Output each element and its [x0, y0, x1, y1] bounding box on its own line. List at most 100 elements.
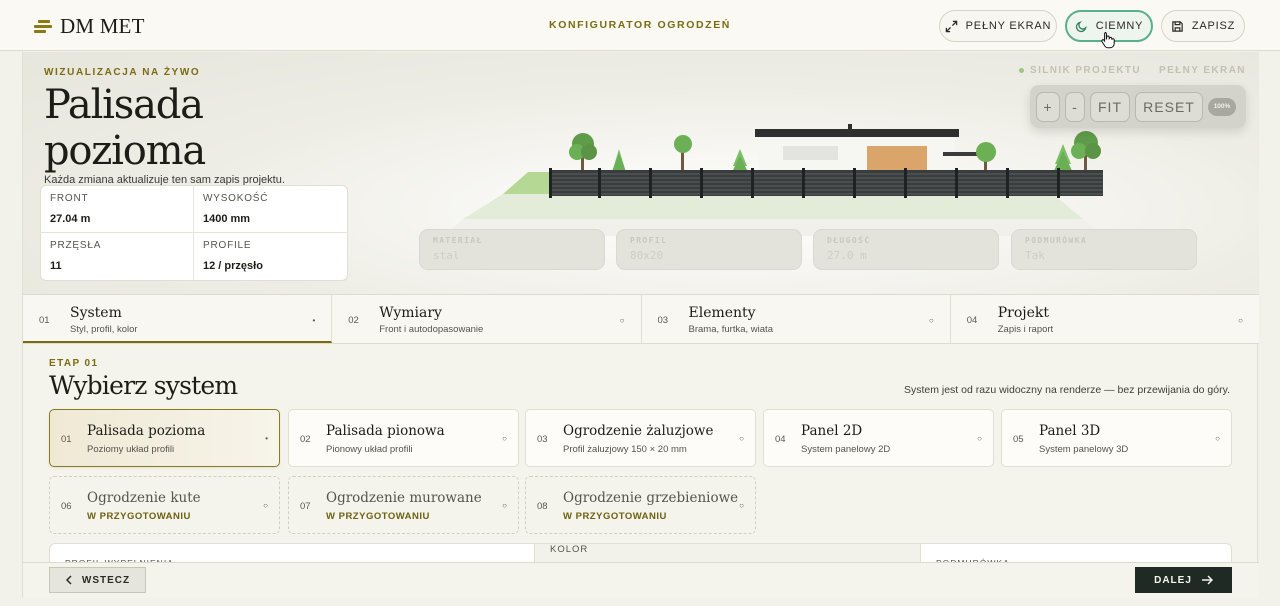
option-title: Palisada pozioma [87, 423, 206, 439]
info-card-label: PODMURÓWKA [1025, 236, 1088, 245]
next-label: DALEJ [1154, 574, 1192, 586]
panel-color-label: KOLOR [550, 544, 589, 555]
option-subtitle: W PRZYGOTOWANIU [87, 511, 191, 522]
stat-label: WYSOKOŚĆ [203, 193, 269, 204]
back-button[interactable]: WSTECZ [49, 567, 146, 593]
step-subtitle: Zapis i raport [997, 324, 1054, 335]
option-number: 05 [1013, 434, 1024, 445]
fullscreen-button[interactable]: PEŁNY EKRAN [939, 10, 1057, 42]
info-card-length: DŁUGOŚĆ 27.0 m [813, 229, 999, 270]
info-card-label: PROFIL [630, 236, 668, 245]
option-status-icon: • [265, 434, 268, 443]
preview-title-line2: pozioma [44, 128, 206, 174]
stat-label: PRZĘSŁA [50, 240, 102, 251]
info-card-label: MATERIAŁ [433, 236, 483, 245]
zoom-in-button[interactable]: + [1036, 91, 1060, 122]
fence-3d-render[interactable] [443, 124, 1103, 239]
step-title: Elementy [688, 305, 756, 321]
stat-profiles: PROFILE 12 / przęsło [194, 233, 347, 280]
option-status-icon: ○ [263, 501, 268, 510]
option-subtitle: Profil żaluzjowy 150 × 20 mm [563, 444, 687, 455]
info-card-value: 27.0 m [827, 249, 867, 262]
stat-label: PROFILE [203, 240, 252, 251]
stat-label: FRONT [50, 193, 89, 204]
step-subtitle: Styl, profil, kolor [70, 324, 138, 335]
save-icon [1172, 20, 1183, 32]
step-status-icon: ○ [928, 316, 934, 325]
stat-spans: PRZĘSŁA 11 [41, 233, 194, 280]
option-status-icon: ○ [739, 501, 744, 510]
info-card-profile: PROFIL 80x20 [616, 229, 802, 270]
next-button[interactable]: DALEJ [1135, 567, 1232, 593]
stat-value: 1400 mm [203, 213, 251, 225]
hand-cursor-icon [1101, 32, 1115, 49]
step-status-icon: ○ [619, 316, 625, 325]
stage-title: Wybierz system [49, 371, 238, 400]
option-subtitle: System panelowy 3D [1039, 444, 1129, 455]
summary-stats: FRONT 27.04 m WYSOKOŚĆ 1400 mm PRZĘSŁA 1… [40, 185, 348, 281]
logo[interactable]: DM MET [34, 14, 145, 39]
option-title: Ogrodzenie kute [87, 490, 201, 506]
reset-button[interactable]: RESET [1135, 91, 1203, 122]
option-title: Ogrodzenie żaluzjowe [563, 423, 714, 439]
zoom-level: 100% [1208, 97, 1236, 116]
info-card-material: MATERIAŁ stal [419, 229, 605, 270]
status-dot-icon [1019, 67, 1024, 73]
info-card-label: DŁUGOŚĆ [827, 236, 871, 245]
system-option-panel-2d[interactable]: 04 Panel 2D System panelowy 2D ○ [763, 409, 994, 467]
system-option-louvre[interactable]: 03 Ogrodzenie żaluzjowe Profil żaluzjowy… [525, 409, 756, 467]
system-option-masonry[interactable]: 07 Ogrodzenie murowane W PRZYGOTOWANIU ○ [288, 476, 519, 534]
house [755, 124, 993, 174]
ground [463, 194, 1083, 219]
system-option-comb[interactable]: 08 Ogrodzenie grzebieniowe W PRZYGOTOWAN… [525, 476, 756, 534]
option-number: 01 [61, 434, 72, 445]
top-bar: DM MET KONFIGURATOR OGRODZEŃ PEŁNY EKRAN… [0, 0, 1280, 51]
system-option-horizontal-palisade[interactable]: 01 Palisada pozioma Poziomy układ profil… [49, 409, 280, 467]
step-subtitle: Brama, furtka, wiata [688, 324, 773, 335]
step-title: System [70, 305, 122, 321]
option-subtitle: W PRZYGOTOWANIU [563, 511, 667, 522]
fence [549, 168, 1103, 198]
panel-color: KOLOR [534, 544, 921, 564]
step-title: Projekt [997, 305, 1050, 321]
viewer-fullscreen-link[interactable]: PEŁNY EKRAN [1159, 65, 1246, 76]
step-tabs: 01 System Styl, profil, kolor • 02 Wymia… [23, 294, 1259, 344]
stat-value: 12 / przęsło [203, 260, 263, 272]
option-status-icon: ○ [739, 434, 744, 443]
system-option-panel-3d[interactable]: 05 Panel 3D System panelowy 3D ○ [1001, 409, 1232, 467]
option-title: Ogrodzenie grzebieniowe [563, 490, 739, 506]
expand-icon [945, 20, 957, 32]
system-option-wrought[interactable]: 06 Ogrodzenie kute W PRZYGOTOWANIU ○ [49, 476, 280, 534]
option-subtitle: Pionowy układ profili [326, 444, 413, 455]
step-number: 03 [657, 315, 669, 326]
step-number: 01 [39, 315, 50, 326]
option-number: 03 [537, 434, 548, 445]
engine-status: SILNIK PROJEKTU [1019, 65, 1141, 76]
zoom-out-button[interactable]: - [1065, 91, 1085, 122]
system-option-vertical-palisade[interactable]: 02 Palisada pionowa Pionowy układ profil… [288, 409, 519, 467]
stat-front: FRONT 27.04 m [41, 186, 194, 233]
save-label: ZAPISZ [1191, 20, 1236, 32]
preview-title-line1: Palisada [44, 82, 204, 128]
info-card-base: PODMURÓWKA Tak [1011, 229, 1197, 270]
option-number: 06 [61, 501, 72, 512]
option-status-icon: ○ [502, 434, 507, 443]
fullscreen-label: PEŁNY EKRAN [965, 20, 1052, 32]
stage-kicker: ETAP 01 [49, 358, 99, 369]
save-button[interactable]: ZAPISZ [1161, 10, 1245, 42]
tab-system[interactable]: 01 System Styl, profil, kolor • [23, 295, 333, 343]
step-title: Wymiary [379, 305, 442, 321]
chevron-left-icon [65, 575, 72, 585]
option-subtitle: System panelowy 2D [801, 444, 891, 455]
arrow-right-icon [1201, 575, 1213, 585]
option-status-icon: ○ [1215, 434, 1220, 443]
fit-button[interactable]: FIT [1090, 91, 1130, 122]
tab-dimensions[interactable]: 02 Wymiary Front i autodopasowanie ○ [332, 295, 642, 343]
back-label: WSTECZ [81, 574, 131, 586]
option-title: Ogrodzenie murowane [326, 490, 482, 506]
tab-project[interactable]: 04 Projekt Zapis i raport ○ [951, 295, 1259, 343]
configurator-panel: WIZUALIZACJA NA ŻYWO Palisada pozioma Ka… [22, 52, 1259, 598]
option-title: Palisada pionowa [326, 423, 445, 439]
step-status-icon: • [312, 316, 316, 325]
tab-elements[interactable]: 03 Elementy Brama, furtka, wiata ○ [642, 295, 951, 343]
